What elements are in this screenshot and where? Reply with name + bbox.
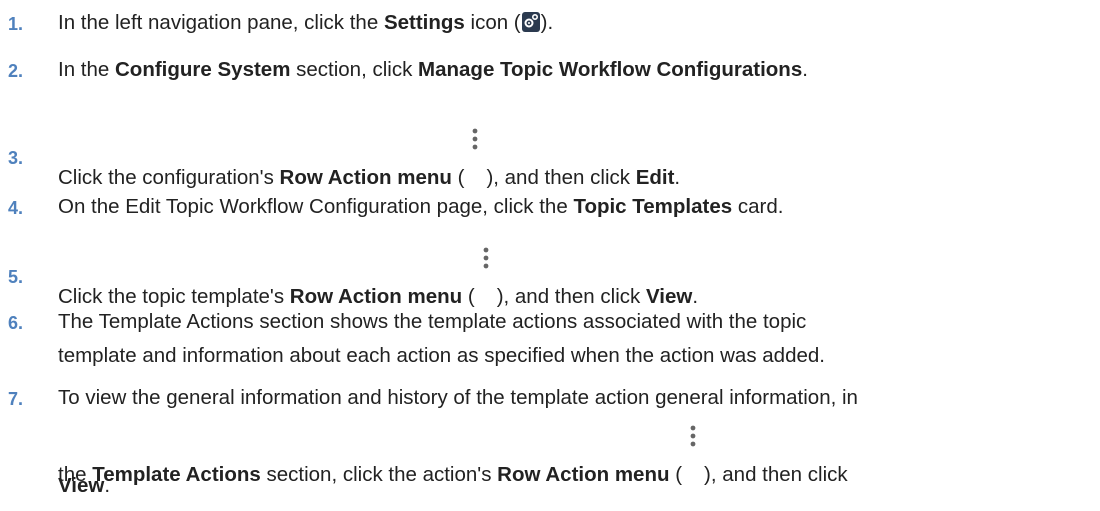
- step-text-line-1: The Template Actions section shows the t…: [58, 310, 807, 333]
- step-text-line-2: the Template Actions section, click the …: [58, 425, 848, 489]
- step-number: 2.: [8, 61, 24, 81]
- step-number: 7.: [8, 389, 24, 409]
- settings-label: Settings: [383, 11, 465, 34]
- step-text: Click the topic template's Row Action me…: [58, 247, 698, 311]
- settings-gear-icon: [521, 12, 540, 32]
- kebab-menu-icon: [466, 128, 484, 190]
- step-text: On the Edit Topic Workflow Configuration…: [58, 195, 784, 218]
- step-text-line-1: To view the general information and hist…: [58, 386, 858, 409]
- step-number: 1.: [8, 14, 24, 34]
- step-number: 4.: [8, 198, 24, 218]
- step-text: Click the configuration's Row Action men…: [58, 128, 680, 192]
- step-text-line-2: template and information about each acti…: [58, 344, 825, 367]
- kebab-menu-icon: [477, 247, 495, 309]
- step-number: 5.: [8, 267, 24, 287]
- step-number: 6.: [8, 313, 24, 333]
- step-text-line-3: View.: [58, 474, 111, 497]
- instruction-steps: 1. In the left navigation pane, click th…: [0, 0, 1100, 511]
- kebab-menu-icon: [684, 425, 702, 487]
- step-text: In the left navigation pane, click the S…: [58, 11, 554, 34]
- step-text: In the Configure System section, click M…: [58, 58, 808, 81]
- step-number: 3.: [8, 148, 24, 168]
